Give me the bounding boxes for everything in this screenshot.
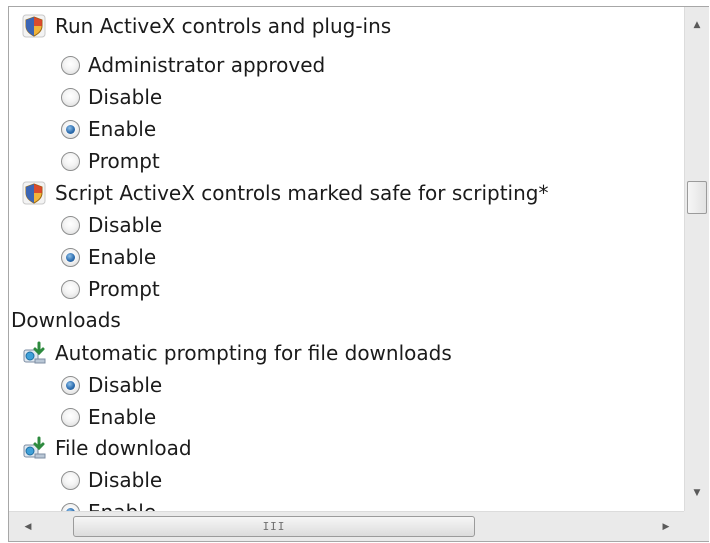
download-settings-icon	[23, 436, 46, 459]
radio-button-selected[interactable]	[61, 375, 80, 395]
option-script-activex-disable[interactable]: Disable	[61, 210, 162, 240]
setting-group-script-activex: Script ActiveX controls marked safe for …	[21, 178, 548, 208]
option-run-activex-disable[interactable]: Disable	[61, 82, 162, 112]
setting-title: Run ActiveX controls and plug-ins	[55, 14, 392, 38]
option-label: Disable	[88, 373, 163, 397]
radio-button-selected[interactable]	[61, 119, 80, 139]
option-run-activex-admin-approved[interactable]: Administrator approved	[61, 50, 325, 80]
vertical-scroll-thumb[interactable]	[687, 181, 707, 214]
radio-button[interactable]	[61, 407, 80, 427]
radio-button-selected[interactable]	[61, 247, 80, 267]
scroll-down-button[interactable]: ▼	[685, 481, 709, 505]
vertical-scrollbar[interactable]: ▲ ▼	[684, 7, 709, 512]
option-script-activex-enable[interactable]: Enable	[61, 242, 156, 272]
scroll-right-button[interactable]: ▶	[651, 512, 681, 541]
option-label: Administrator approved	[88, 53, 326, 77]
category-label: Downloads	[11, 308, 121, 332]
option-label: Disable	[88, 85, 163, 109]
download-settings-icon	[23, 341, 46, 364]
activex-shield-icon	[22, 14, 46, 38]
option-script-activex-prompt[interactable]: Prompt	[61, 274, 160, 304]
option-label: Enable	[88, 405, 157, 429]
option-label: Prompt	[88, 149, 160, 173]
setting-title: Script ActiveX controls marked safe for …	[55, 181, 549, 205]
setting-title: Automatic prompting for file downloads	[55, 341, 452, 365]
radio-button[interactable]	[61, 215, 80, 235]
scroll-up-button[interactable]: ▲	[685, 13, 709, 37]
option-run-activex-prompt[interactable]: Prompt	[61, 146, 160, 176]
chevron-down-icon: ▼	[693, 487, 701, 498]
radio-button[interactable]	[61, 470, 80, 490]
radio-button[interactable]	[61, 55, 80, 75]
setting-group-file-download: File download	[21, 433, 192, 463]
option-label: Enable	[88, 245, 157, 269]
setting-group-run-activex: Run ActiveX controls and plug-ins	[21, 11, 391, 41]
option-label: Enable	[88, 117, 157, 141]
option-label: Prompt	[88, 277, 160, 301]
setting-title: File download	[55, 436, 192, 460]
radio-button[interactable]	[61, 151, 80, 171]
chevron-up-icon: ▲	[693, 19, 701, 30]
setting-group-auto-prompting: Automatic prompting for file downloads	[21, 338, 452, 368]
horizontal-scroll-thumb[interactable]: III	[73, 516, 475, 537]
option-label: Disable	[88, 213, 163, 237]
security-settings-panel: Run ActiveX controls and plug-ins Admini…	[8, 6, 709, 542]
horizontal-scrollbar[interactable]: ◀ III ▶	[9, 511, 685, 541]
scrollbar-corner	[684, 511, 709, 541]
option-auto-prompting-enable[interactable]: Enable	[61, 402, 156, 432]
chevron-right-icon: ▶	[662, 521, 670, 532]
category-downloads: Downloads	[11, 305, 121, 335]
option-auto-prompting-disable[interactable]: Disable	[61, 370, 162, 400]
scroll-left-button[interactable]: ◀	[13, 512, 43, 541]
option-file-download-disable[interactable]: Disable	[61, 465, 162, 495]
option-label: Disable	[88, 468, 163, 492]
settings-list: Run ActiveX controls and plug-ins Admini…	[9, 7, 685, 512]
activex-shield-icon	[22, 181, 46, 205]
scroll-grip-icon: III	[262, 520, 286, 533]
option-run-activex-enable[interactable]: Enable	[61, 114, 156, 144]
chevron-left-icon: ◀	[24, 521, 32, 532]
option-file-download-enable[interactable]: Enable	[61, 497, 156, 512]
radio-button[interactable]	[61, 87, 80, 107]
radio-button[interactable]	[61, 279, 80, 299]
